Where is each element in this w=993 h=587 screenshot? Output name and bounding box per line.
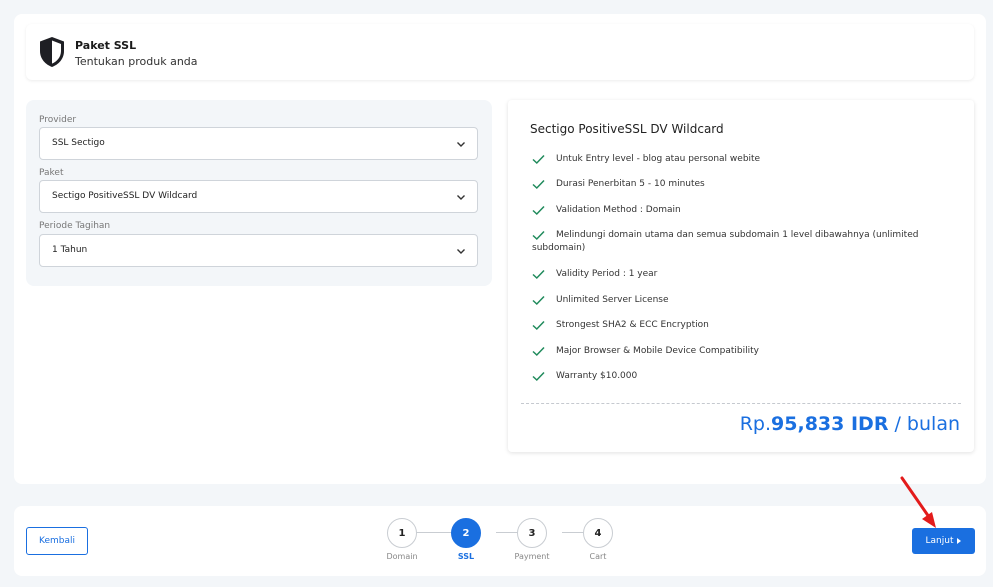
feature-item: Strongest SHA2 & ECC Encryption [532,319,957,332]
step-ssl[interactable]: 2 [451,518,481,548]
check-icon [532,205,545,216]
check-icon [532,154,545,165]
check-icon [532,269,545,280]
page-header: Paket SSL Tentukan produk anda [26,24,974,80]
step-domain[interactable]: 1 [387,518,417,548]
feature-item: Melindungi domain utama dan semua subdom… [532,230,919,253]
shield-icon [40,37,64,67]
check-icon [532,320,545,331]
periode-select[interactable]: 1 Tahun [39,234,478,267]
provider-select[interactable]: SSL Sectigo [39,127,478,160]
feature-item: Major Browser & Mobile Device Compatibil… [532,345,957,358]
feature-item: Warranty $10.000 [532,370,957,383]
provider-value: SSL Sectigo [52,138,105,148]
page-title: Paket SSL [75,39,137,52]
annotation-arrow-icon [900,476,936,528]
paket-label: Paket [39,168,64,178]
product-detail-card: Sectigo PositiveSSL DV Wildcard Untuk En… [508,100,974,452]
feature-item: Validation Method : Domain [532,204,957,217]
step-label-payment: Payment [514,552,550,561]
check-icon [532,230,545,241]
check-icon [532,371,545,382]
feature-item: Validity Period : 1 year [532,268,957,281]
feature-item: Untuk Entry level - blog atau personal w… [532,153,957,166]
price-display: Rp.95,833 IDR / bulan [739,413,960,435]
check-icon [532,295,545,306]
paket-value: Sectigo PositiveSSL DV Wildcard [52,191,198,201]
feature-item: Durasi Penerbitan 5 - 10 minutes [532,178,957,191]
next-button-label: Lanjut [925,536,954,546]
chevron-down-icon [457,142,465,147]
step-label-domain: Domain [386,552,418,561]
product-name: Sectigo PositiveSSL DV Wildcard [530,122,724,136]
step-label-cart: Cart [589,552,607,561]
caret-right-icon [957,538,962,544]
step-payment[interactable]: 3 [517,518,547,548]
feature-item: Unlimited Server License [532,294,957,307]
back-button[interactable]: Kembali [26,527,88,555]
check-icon [532,179,545,190]
wizard-footer: Kembali 1 2 3 4 Domain SSL Payment Cart … [14,506,986,576]
step-cart[interactable]: 4 [583,518,613,548]
product-form: Provider SSL Sectigo Paket Sectigo Posit… [26,100,492,286]
paket-select[interactable]: Sectigo PositiveSSL DV Wildcard [39,180,478,213]
chevron-down-icon [457,195,465,200]
step-label-ssl: SSL [457,552,475,561]
periode-value: 1 Tahun [52,245,88,255]
page-subtitle: Tentukan produk anda [75,55,198,68]
price-divider [521,403,961,404]
chevron-down-icon [457,249,465,254]
periode-label: Periode Tagihan [39,221,111,231]
provider-label: Provider [39,115,77,125]
check-icon [532,346,545,357]
